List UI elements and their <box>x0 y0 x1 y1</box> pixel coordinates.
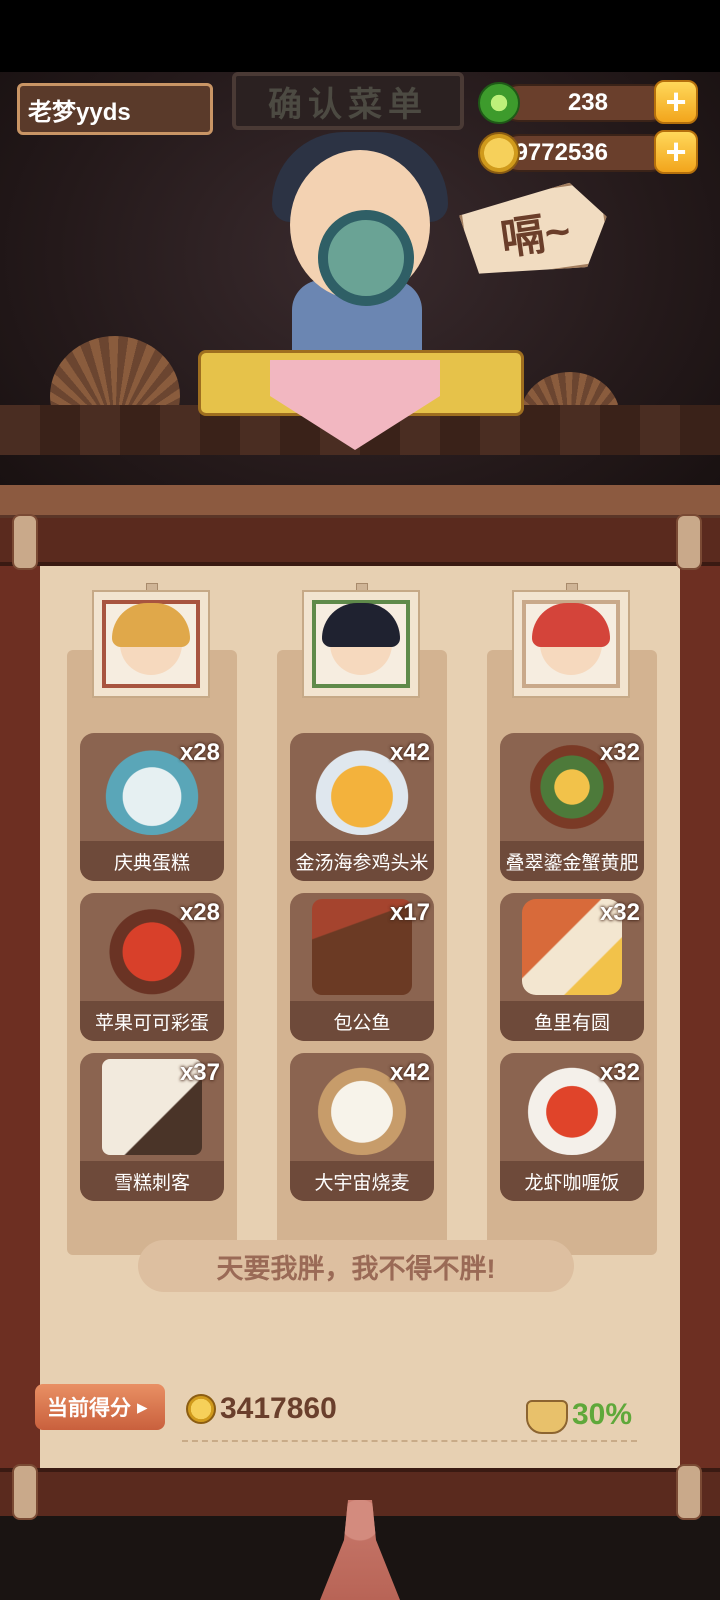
arrow-right-icon: ▸ <box>137 1395 148 1419</box>
current-score-button[interactable]: 当前得分 ▸ <box>35 1384 165 1430</box>
dish-count: x28 <box>179 739 220 766</box>
rod-knob <box>676 514 702 570</box>
dish-name: 叠翠鎏金蟹黄肥 <box>500 841 644 881</box>
gold-coin-icon <box>186 1394 216 1424</box>
dish-name: 雪糕刺客 <box>80 1161 224 1201</box>
dish-name: 金汤海参鸡头米 <box>290 841 434 881</box>
dish-count: x37 <box>179 1059 220 1086</box>
portrait-frame <box>92 590 210 698</box>
scroll-rod-top <box>0 518 720 566</box>
rod-knob <box>12 514 38 570</box>
dish-card[interactable]: x32 龙虾咖喱饭 <box>500 1053 644 1201</box>
portrait-frame <box>512 590 630 698</box>
slogan-banner: 天要我胖，我不得不胖! <box>138 1240 574 1292</box>
round-fan-icon <box>318 210 414 306</box>
dish-card[interactable]: x42 金汤海参鸡头米 <box>290 733 434 881</box>
gold-counter: 9772536 <box>500 134 670 172</box>
dish-card[interactable]: x37 雪糕刺客 <box>80 1053 224 1201</box>
score-value: 3417860 <box>220 1392 337 1425</box>
bonus-percent: 30% <box>572 1398 633 1431</box>
add-gold-button[interactable]: + <box>654 130 698 174</box>
dish-count: x32 <box>599 1059 640 1086</box>
dish-count: x42 <box>389 1059 430 1086</box>
divider <box>182 1440 637 1442</box>
scroll-edge-left <box>0 540 40 1480</box>
jade-counter: 238 <box>500 84 670 122</box>
dish-card[interactable]: x32 叠翠鎏金蟹黄肥 <box>500 733 644 881</box>
wood-rail <box>0 485 720 521</box>
status-bar-area <box>0 0 720 72</box>
menu-sign: 确认菜单 <box>232 72 464 130</box>
dish-name: 苹果可可彩蛋 <box>80 1001 224 1041</box>
current-score-label: 当前得分 <box>47 1397 131 1420</box>
dish-count: x42 <box>389 739 430 766</box>
dish-count: x28 <box>179 899 220 926</box>
gold-coin-icon <box>478 132 520 174</box>
dish-name: 包公鱼 <box>290 1001 434 1041</box>
dish-count: x17 <box>389 899 430 926</box>
dish-card[interactable]: x28 苹果可可彩蛋 <box>80 893 224 1041</box>
treasure-pot-icon <box>526 1400 568 1434</box>
dish-name: 大宇宙烧麦 <box>290 1161 434 1201</box>
player-name[interactable]: 老梦yyds <box>17 83 213 135</box>
portrait-frame <box>302 590 420 698</box>
dish-card[interactable]: x32 鱼里有圆 <box>500 893 644 1041</box>
dish-card[interactable]: x17 包公鱼 <box>290 893 434 1041</box>
add-jade-button[interactable]: + <box>654 80 698 124</box>
rod-knob <box>12 1464 38 1520</box>
dish-card[interactable]: x28 庆典蛋糕 <box>80 733 224 881</box>
jade-coin-icon <box>478 82 520 124</box>
dish-card[interactable]: x42 大宇宙烧麦 <box>290 1053 434 1201</box>
dish-name: 庆典蛋糕 <box>80 841 224 881</box>
dish-count: x32 <box>599 739 640 766</box>
dish-count: x32 <box>599 899 640 926</box>
dish-name: 鱼里有圆 <box>500 1001 644 1041</box>
scroll-edge-right <box>680 540 720 1480</box>
dish-name: 龙虾咖喱饭 <box>500 1161 644 1201</box>
rod-knob <box>676 1464 702 1520</box>
